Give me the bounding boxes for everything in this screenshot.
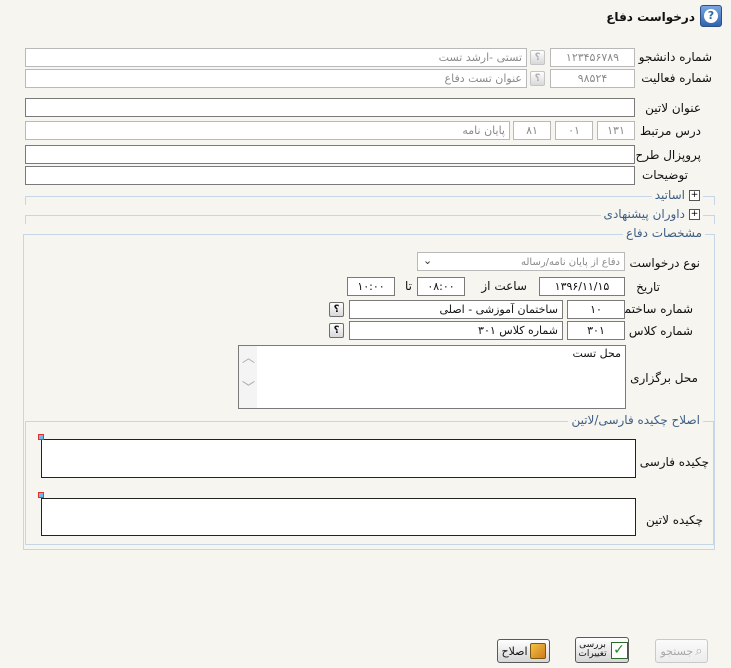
- resize-handle[interactable]: [38, 492, 44, 498]
- help-icon[interactable]: ?: [700, 5, 722, 27]
- page-title: درخواست دفاع: [606, 10, 695, 24]
- latin-abstract-editor[interactable]: [41, 498, 636, 536]
- student-name-field: تستی -ارشد تست: [25, 48, 527, 67]
- student-number-field: ۱۲۳۴۵۶۷۸۹: [550, 48, 635, 67]
- scrollbar[interactable]: ︿ ﹀: [239, 346, 257, 408]
- class-number-input[interactable]: ۳۰۱: [567, 321, 625, 340]
- class-label: شماره کلاس: [628, 324, 693, 338]
- binoculars-icon: ⌕: [695, 643, 703, 659]
- class-lookup-button[interactable]: ؟: [329, 323, 344, 338]
- building-name-field: ساختمان آموزشی - اصلی: [349, 300, 563, 319]
- search-button: ⌕ جستجو: [655, 639, 708, 663]
- student-lookup-button: ؟: [530, 50, 545, 65]
- correct-button[interactable]: اصلاح: [497, 639, 550, 663]
- judges-toggle[interactable]: +داوران پیشنهادی: [600, 207, 703, 221]
- persian-abstract-editor[interactable]: [41, 439, 636, 478]
- chevron-down-icon: ⌄: [423, 254, 433, 267]
- request-type-select[interactable]: دفاع از پایان نامه/رساله ⌄: [417, 252, 625, 271]
- plus-icon: +: [689, 190, 700, 201]
- proposal-input[interactable]: [25, 145, 635, 164]
- latin-title-input[interactable]: [25, 98, 635, 117]
- course-code-1: ۱۳۱: [597, 121, 635, 140]
- resize-handle[interactable]: [38, 434, 44, 440]
- course-code-2: ۰۱: [555, 121, 593, 140]
- proposal-label: پروپزال طرح: [635, 148, 701, 162]
- chevron-down-icon[interactable]: ﹀: [242, 382, 255, 395]
- student-number-label: شماره دانشجو: [638, 50, 712, 64]
- activity-number-label: شماره فعالیت: [641, 71, 712, 85]
- building-number-input[interactable]: ۱۰: [567, 300, 625, 319]
- latin-abstract-label: چکیده لاتین: [645, 513, 703, 527]
- request-type-label: نوع درخواست: [629, 256, 700, 270]
- date-input[interactable]: ۱۳۹۶/۱۱/۱۵: [539, 277, 625, 296]
- professors-toggle[interactable]: +اساتید: [651, 188, 703, 202]
- course-code-3: ۸۱: [513, 121, 551, 140]
- notes-input[interactable]: [25, 166, 635, 185]
- time-to-input[interactable]: ۱۰:۰۰: [347, 277, 395, 296]
- review-changes-button[interactable]: ✓ بررسی تغییرات: [575, 637, 629, 663]
- related-course-label: درس مرتبط: [639, 124, 701, 138]
- class-name-field: شماره کلاس ۳۰۱: [349, 321, 563, 340]
- plus-icon: +: [689, 209, 700, 220]
- activity-lookup-button: ؟: [530, 71, 545, 86]
- date-label: تاریخ: [636, 280, 660, 294]
- activity-title-field: عنوان تست دفاع: [25, 69, 527, 88]
- chevron-up-icon[interactable]: ︿: [242, 352, 255, 365]
- abstract-legend: اصلاح چکیده فارسی/لاتین: [568, 413, 703, 427]
- latin-title-label: عنوان لاتین: [645, 101, 701, 115]
- professors-section: [25, 196, 715, 205]
- edit-icon: [529, 643, 546, 659]
- venue-label: محل برگزاری: [630, 371, 698, 385]
- building-lookup-button[interactable]: ؟: [329, 302, 344, 317]
- check-icon: ✓: [610, 641, 628, 659]
- persian-abstract-label: چکیده فارسی: [639, 455, 709, 469]
- time-from-label: ساعت از: [481, 279, 527, 293]
- time-from-input[interactable]: ۰۸:۰۰: [417, 277, 465, 296]
- notes-label: توضیحات: [641, 168, 688, 182]
- course-name-field: پایان نامه: [25, 121, 510, 140]
- defense-specs-legend: مشخصات دفاع: [623, 226, 705, 240]
- venue-textarea[interactable]: محل تست ︿ ﹀: [238, 345, 626, 409]
- time-to-label: تا: [405, 279, 412, 293]
- activity-number-field: ۹۸۵۲۴: [550, 69, 635, 88]
